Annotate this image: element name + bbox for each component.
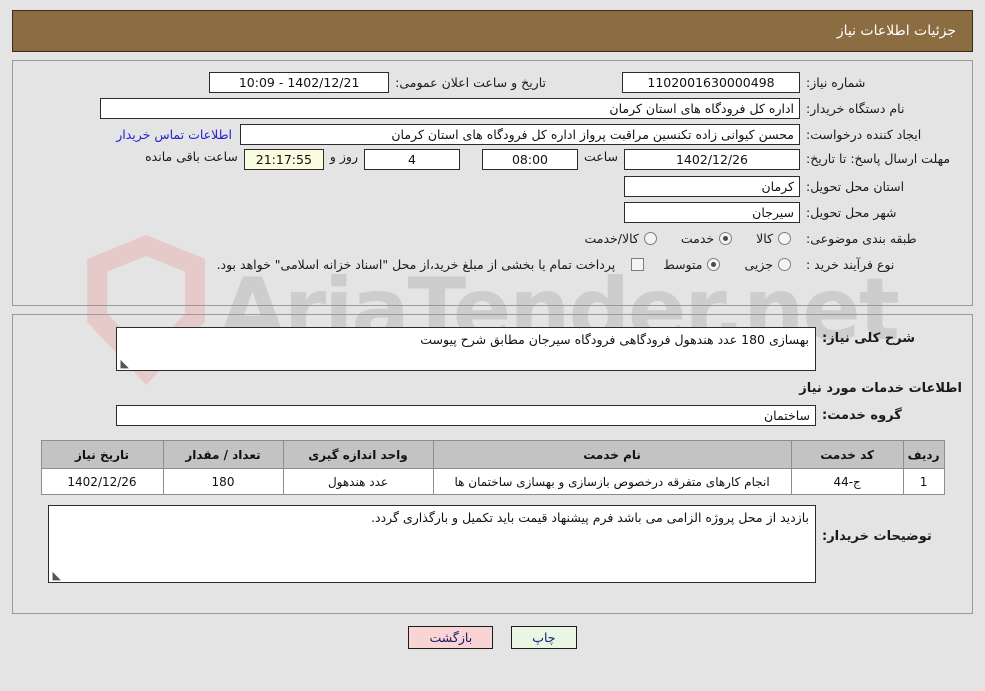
category-radio-group: کالا خدمت کالا/خدمت <box>575 231 800 246</box>
row-buyer-notes: توضیحات خریدار: بازدید از محل پروژه الزا… <box>23 505 962 583</box>
deadline-hour-field[interactable]: 08:00 <box>481 149 578 170</box>
description-label: شرح کلی نیاز: <box>822 331 916 346</box>
cell-quantity: 180 <box>162 468 284 495</box>
table-header-row: ردیف کد خدمت نام خدمت واحد اندازه گیری ت… <box>40 440 945 469</box>
process-option-label: متوسط <box>663 256 703 272</box>
announce-label: تاریخ و ساعت اعلان عمومی: <box>395 74 546 90</box>
category-option-kala[interactable]: کالا <box>747 231 800 246</box>
col-code: کد خدمت <box>790 440 904 469</box>
announce-date-field[interactable]: 1402/12/21 - 10:09 <box>209 71 390 93</box>
process-option-motevaset[interactable]: متوسط <box>654 257 729 272</box>
row-city: شهر محل تحویل: سیرجان <box>23 201 962 223</box>
footer-button-bar: بازگشت چاپ <box>0 626 985 649</box>
category-option-label: کالا <box>756 230 773 246</box>
row-creator: ایجاد کننده درخواست: محسن کیوانی زاده تک… <box>23 123 962 145</box>
page-title-bar: جزئیات اطلاعات نیاز <box>12 10 973 52</box>
deadline-date-field[interactable]: 1402/12/26 <box>624 149 800 170</box>
cell-unit: عدد هندهول <box>282 468 434 495</box>
cell-row: 1 <box>902 468 945 495</box>
description-textarea[interactable]: بهسازی 180 عدد هندهول فرودگاهی فرودگاه س… <box>116 327 816 371</box>
buyer-notes-text: بازدید از محل پروژه الزامی می باشد فرم پ… <box>371 510 809 525</box>
description-text: بهسازی 180 عدد هندهول فرودگاهی فرودگاه س… <box>420 332 809 347</box>
radio-icon[interactable] <box>778 257 791 271</box>
row-need-number: شماره نیاز: 1102001630000498 تاریخ و ساع… <box>23 71 962 93</box>
row-service-group: گروه خدمت: ساختمان <box>23 404 962 426</box>
buyer-notes-label: توضیحات خریدار: <box>822 529 932 544</box>
province-field[interactable]: کرمان <box>624 175 800 197</box>
need-number-label: شماره نیاز: <box>806 74 866 90</box>
countdown-field: 21:17:55 <box>243 149 324 170</box>
back-button[interactable]: بازگشت <box>408 626 494 649</box>
radio-icon[interactable] <box>707 257 721 271</box>
service-group-field[interactable]: ساختمان <box>116 404 816 426</box>
page-title: جزئیات اطلاعات نیاز <box>836 23 956 39</box>
need-details-panel: شرح کلی نیاز: بهسازی 180 عدد هندهول فرود… <box>12 314 973 614</box>
table-row: 1 ج-44 انجام کارهای متفرقه درخصوص بازساز… <box>40 468 945 495</box>
category-label: طبقه بندی موضوعی: <box>806 230 917 246</box>
print-button[interactable]: چاپ <box>511 626 577 649</box>
col-unit: واحد اندازه گیری <box>282 440 434 469</box>
creator-field[interactable]: محسن کیوانی زاده تکنسین مراقبت پرواز ادا… <box>240 123 800 145</box>
need-number-field[interactable]: 1102001630000498 <box>622 71 800 93</box>
row-deadline: مهلت ارسال پاسخ: تا تاریخ: 1402/12/26 سا… <box>23 149 962 171</box>
process-option-label: جزیی <box>744 256 773 272</box>
radio-icon[interactable] <box>643 231 657 245</box>
category-option-label: کالا/خدمت <box>584 230 639 246</box>
countdown-suffix-label: ساعت باقی مانده <box>145 149 238 164</box>
city-label: شهر محل تحویل: <box>806 204 897 220</box>
col-name: نام خدمت <box>432 440 792 469</box>
services-section-title: اطلاعات خدمات مورد نیاز <box>799 381 962 396</box>
cell-code: ج-44 <box>790 468 904 495</box>
process-radio-group: جزیی متوسط <box>654 257 800 272</box>
buyer-notes-textarea[interactable]: بازدید از محل پروژه الزامی می باشد فرم پ… <box>48 505 816 583</box>
row-province: استان محل تحویل: کرمان <box>23 175 962 197</box>
province-label: استان محل تحویل: <box>806 178 905 194</box>
radio-icon[interactable] <box>719 231 733 245</box>
cell-name: انجام کارهای متفرقه درخصوص بازسازی و بهس… <box>432 468 792 495</box>
process-type-label: نوع فرآیند خرید : <box>806 256 895 272</box>
resize-grip-icon[interactable]: ◣ <box>119 358 129 369</box>
process-option-jozii[interactable]: جزیی <box>735 257 800 272</box>
treasury-bond-checkbox[interactable] <box>631 257 645 271</box>
deadline-label: مهلت ارسال پاسخ: تا تاریخ: <box>806 151 951 166</box>
resize-grip-icon[interactable]: ◣ <box>51 570 61 581</box>
category-option-label: خدمت <box>680 230 715 246</box>
days-suffix-label: روز و <box>329 149 358 164</box>
remaining-days-field: 4 <box>363 149 460 170</box>
hour-label: ساعت <box>583 149 618 164</box>
items-table-wrapper: ردیف کد خدمت نام خدمت واحد اندازه گیری ت… <box>23 440 962 495</box>
row-category: طبقه بندی موضوعی: کالا خدمت کالا/خدمت <box>23 227 962 249</box>
items-table: ردیف کد خدمت نام خدمت واحد اندازه گیری ت… <box>40 440 945 495</box>
col-row: ردیف <box>902 440 945 469</box>
row-process-type: نوع فرآیند خرید : جزیی متوسط پرداخت تمام… <box>23 253 962 275</box>
need-summary-panel: شماره نیاز: 1102001630000498 تاریخ و ساع… <box>12 60 973 306</box>
category-option-kala-khedmat[interactable]: کالا/خدمت <box>575 231 665 246</box>
buyer-org-field[interactable]: اداره کل فرودگاه های استان کرمان <box>100 97 800 119</box>
radio-icon[interactable] <box>778 231 791 245</box>
col-quantity: تعداد / مقدار <box>162 440 284 469</box>
buyer-contact-link[interactable]: اطلاعات تماس خریدار <box>108 127 240 142</box>
service-group-label: گروه خدمت: <box>822 407 902 423</box>
creator-label: ایجاد کننده درخواست: <box>806 126 922 142</box>
row-description: شرح کلی نیاز: بهسازی 180 عدد هندهول فرود… <box>23 327 962 371</box>
category-option-khedmat[interactable]: خدمت <box>672 231 741 246</box>
row-buyer-org: نام دستگاه خریدار: اداره کل فرودگاه های … <box>23 97 962 119</box>
col-date: تاریخ نیاز <box>40 440 164 469</box>
treasury-bond-note: پرداخت تمام یا بخشی از مبلغ خرید،از محل … <box>216 256 616 272</box>
cell-date: 1402/12/26 <box>40 468 164 495</box>
city-field[interactable]: سیرجان <box>624 201 800 223</box>
buyer-org-label: نام دستگاه خریدار: <box>806 100 905 116</box>
